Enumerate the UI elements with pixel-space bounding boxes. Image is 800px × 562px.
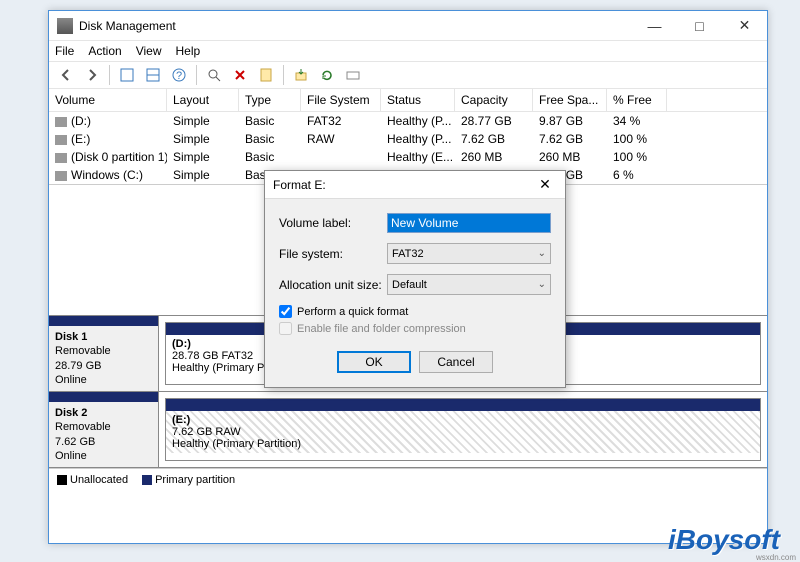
file-system-select[interactable]: FAT32 [387,243,551,264]
delete-icon[interactable] [229,64,251,86]
col-layout: Layout [167,89,239,111]
search-icon[interactable] [203,64,225,86]
menu-help[interactable]: Help [176,44,201,58]
col-type: Type [239,89,301,111]
menu-file[interactable]: File [55,44,74,58]
volume-label-input[interactable] [387,213,551,233]
help-icon[interactable]: ? [168,64,190,86]
toolbar-icon[interactable] [342,64,364,86]
forward-button[interactable] [81,64,103,86]
toolbar: ? [49,61,767,89]
close-button[interactable]: ✕ [722,11,767,40]
disk-info[interactable]: Disk 1Removable28.79 GBOnline [49,316,159,391]
toolbar-icon[interactable] [142,64,164,86]
menubar: File Action View Help [49,41,767,61]
menu-view[interactable]: View [136,44,162,58]
window-title: Disk Management [79,19,632,33]
disk-info[interactable]: Disk 2Removable7.62 GBOnline [49,392,159,467]
col-pctfree: % Free [607,89,667,111]
menu-action[interactable]: Action [88,44,121,58]
toolbar-icon[interactable] [290,64,312,86]
legend-unallocated: Unallocated [70,474,128,486]
source-text: wsxdn.com [756,553,796,562]
dialog-close-button[interactable]: ✕ [533,176,557,193]
col-status: Status [381,89,455,111]
svg-text:?: ? [176,70,182,82]
legend-primary: Primary partition [155,474,235,486]
titlebar[interactable]: Disk Management — □ ✕ [49,11,767,41]
maximize-button[interactable]: □ [677,11,722,40]
volume-row[interactable]: (E:)SimpleBasicRAWHealthy (P...7.62 GB7.… [49,130,767,148]
dialog-titlebar[interactable]: Format E: ✕ [265,171,565,199]
watermark-logo: iBoysoft [668,524,780,556]
file-system-label: File system: [279,247,387,261]
legend-swatch-primary [142,475,152,485]
compression-input [279,322,292,335]
properties-icon[interactable] [255,64,277,86]
col-free: Free Spa... [533,89,607,111]
col-filesystem: File System [301,89,381,111]
partition-block[interactable]: (E:)7.62 GB RAWHealthy (Primary Partitio… [165,398,761,461]
volume-row[interactable]: (Disk 0 partition 1)SimpleBasicHealthy (… [49,148,767,166]
volume-row[interactable]: (D:)SimpleBasicFAT32Healthy (P...28.77 G… [49,112,767,130]
app-icon [57,18,73,34]
format-dialog: Format E: ✕ Volume label: File system: F… [264,170,566,388]
compression-checkbox: Enable file and folder compression [279,322,551,335]
quick-format-checkbox[interactable]: Perform a quick format [279,305,551,318]
disk-row: Disk 2Removable7.62 GBOnline(E:)7.62 GB … [49,392,767,468]
cancel-button[interactable]: Cancel [419,351,493,373]
legend: Unallocated Primary partition [49,468,767,490]
col-capacity: Capacity [455,89,533,111]
back-button[interactable] [55,64,77,86]
allocation-size-select[interactable]: Default [387,274,551,295]
dialog-title: Format E: [273,178,533,192]
refresh-icon[interactable] [316,64,338,86]
volume-label-label: Volume label: [279,216,387,230]
toolbar-icon[interactable] [116,64,138,86]
column-headers[interactable]: Volume Layout Type File System Status Ca… [49,89,767,112]
ok-button[interactable]: OK [337,351,411,373]
quick-format-input[interactable] [279,305,292,318]
minimize-button[interactable]: — [632,11,677,40]
legend-swatch-unallocated [57,475,67,485]
col-volume: Volume [49,89,167,111]
allocation-size-label: Allocation unit size: [279,278,387,292]
